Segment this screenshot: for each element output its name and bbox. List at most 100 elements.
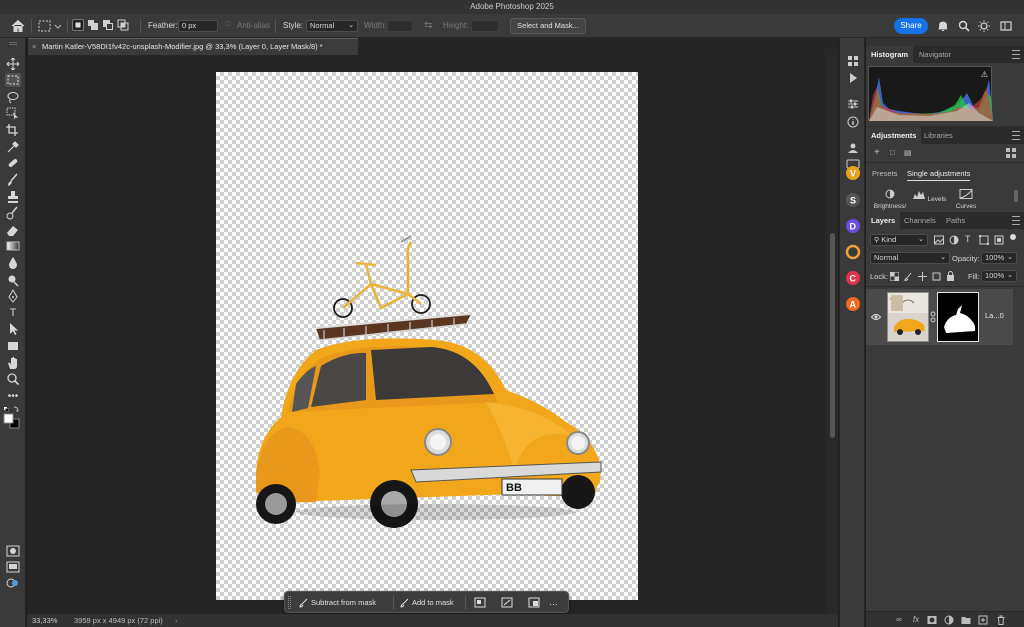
layer-row[interactable]: La...0 bbox=[866, 289, 1013, 345]
lock-pixels-icon[interactable] bbox=[904, 272, 913, 281]
new-layer-icon[interactable] bbox=[978, 615, 988, 625]
anti-alias-checkbox[interactable]: □ bbox=[226, 21, 230, 28]
panel-menu-icon[interactable] bbox=[1012, 216, 1020, 225]
close-icon[interactable]: × bbox=[32, 39, 36, 55]
discover-icon[interactable] bbox=[977, 19, 991, 33]
eraser-tool-icon[interactable] bbox=[5, 223, 21, 237]
history-brush-tool-icon[interactable] bbox=[5, 206, 21, 220]
layers-scroll-track[interactable] bbox=[1013, 289, 1024, 345]
style-select[interactable]: Normal ⌄ bbox=[306, 20, 358, 32]
levels-button[interactable]: Levels bbox=[911, 189, 947, 203]
link-layers-icon[interactable]: ∞ bbox=[894, 615, 904, 625]
rectangular-marquee-tool-icon[interactable] bbox=[5, 73, 21, 87]
swap-icon[interactable]: ⇆ bbox=[424, 19, 436, 33]
object-selection-tool-icon[interactable] bbox=[5, 106, 21, 120]
new-adjustment-layer-icon[interactable] bbox=[944, 615, 954, 625]
share-button[interactable]: Share bbox=[894, 18, 928, 34]
opacity-input[interactable]: 100% ⌄ bbox=[981, 252, 1017, 264]
more-tools-icon[interactable]: ••• bbox=[5, 389, 21, 403]
intersect-selection-icon[interactable] bbox=[117, 19, 129, 31]
panel-menu-icon[interactable] bbox=[1012, 50, 1020, 59]
home-icon[interactable] bbox=[10, 18, 26, 34]
tab-channels[interactable]: Channels bbox=[899, 212, 941, 229]
plugin-v-icon[interactable]: V bbox=[845, 165, 861, 181]
properties-person-icon[interactable] bbox=[845, 141, 861, 155]
add-mask-icon[interactable] bbox=[927, 615, 937, 625]
lasso-tool-icon[interactable] bbox=[5, 90, 21, 104]
edit-toolbar-icon[interactable] bbox=[5, 576, 21, 590]
quick-mask-icon[interactable] bbox=[5, 544, 21, 558]
brightness-contrast-button[interactable]: Brightness/ bbox=[872, 189, 908, 210]
tab-single-adjustments[interactable]: Single adjustments bbox=[907, 169, 971, 181]
plugin-c-icon[interactable]: C bbox=[845, 270, 861, 286]
link-icon[interactable] bbox=[930, 311, 936, 323]
add-to-selection-icon[interactable] bbox=[87, 19, 99, 31]
vertical-scroll-thumb[interactable] bbox=[830, 233, 835, 438]
filter-adjustment-icon[interactable] bbox=[949, 235, 959, 245]
tab-navigator[interactable]: Navigator bbox=[914, 46, 956, 63]
path-selection-tool-icon[interactable] bbox=[5, 322, 21, 336]
tab-libraries[interactable]: Libraries bbox=[919, 127, 958, 144]
grid-view-icon[interactable] bbox=[1006, 148, 1016, 158]
play-actions-icon[interactable] bbox=[845, 71, 861, 85]
tab-layers[interactable]: Layers bbox=[866, 212, 901, 229]
lock-all-icon[interactable] bbox=[946, 271, 955, 281]
workspace-icon[interactable] bbox=[999, 19, 1013, 33]
filter-toggle-icon[interactable] bbox=[1010, 234, 1016, 240]
brush-tool-icon[interactable] bbox=[5, 173, 21, 187]
plugin-s-icon[interactable]: S bbox=[845, 192, 861, 208]
eye-icon[interactable] bbox=[871, 313, 881, 321]
tab-histogram[interactable]: Histogram bbox=[866, 46, 914, 63]
mask-properties-icon[interactable] bbox=[474, 597, 486, 608]
fill-mask-icon[interactable] bbox=[528, 597, 540, 608]
gradient-tool-icon[interactable] bbox=[5, 239, 21, 253]
color-swatches-icon[interactable] bbox=[3, 406, 21, 430]
plugin-d-icon[interactable]: D bbox=[845, 218, 861, 234]
hand-tool-icon[interactable] bbox=[5, 356, 21, 370]
panel-menu-icon[interactable] bbox=[1012, 131, 1020, 140]
search-icon[interactable] bbox=[957, 19, 971, 33]
type-tool-icon[interactable]: T bbox=[5, 306, 21, 320]
vertical-scrollbar[interactable] bbox=[827, 55, 838, 614]
warning-icon[interactable]: ⚠ bbox=[981, 70, 988, 79]
document-canvas[interactable]: BB bbox=[216, 72, 638, 600]
fill-input[interactable]: 100% ⌄ bbox=[981, 270, 1017, 282]
zoom-level[interactable]: 33,33% bbox=[32, 614, 57, 627]
adjustments-scroll-thumb[interactable] bbox=[1014, 190, 1018, 202]
subtract-from-mask-button[interactable]: Subtract from mask bbox=[297, 595, 376, 610]
layer-mask-thumbnail[interactable] bbox=[937, 292, 979, 342]
spot-healing-tool-icon[interactable] bbox=[5, 156, 21, 170]
height-input[interactable] bbox=[471, 20, 499, 32]
add-to-mask-button[interactable]: Add to mask bbox=[398, 595, 454, 610]
tab-paths[interactable]: Paths bbox=[941, 212, 970, 229]
blur-tool-icon[interactable] bbox=[5, 256, 21, 270]
move-tool-icon[interactable] bbox=[5, 57, 21, 71]
bell-icon[interactable] bbox=[936, 19, 950, 33]
layer-thumbnail[interactable] bbox=[887, 292, 929, 342]
clone-stamp-tool-icon[interactable] bbox=[5, 190, 21, 204]
filter-pixel-icon[interactable] bbox=[934, 235, 944, 245]
blend-mode-select[interactable]: Normal ⌄ bbox=[870, 252, 950, 264]
invert-mask-icon[interactable] bbox=[501, 597, 513, 608]
subtract-from-selection-icon[interactable] bbox=[102, 19, 114, 31]
select-and-mask-button[interactable]: Select and Mask... bbox=[510, 18, 586, 34]
filter-smart-object-icon[interactable] bbox=[994, 235, 1004, 245]
lock-artboard-icon[interactable] bbox=[932, 272, 941, 281]
screen-mode-icon[interactable] bbox=[5, 560, 21, 574]
eyedropper-tool-icon[interactable] bbox=[5, 140, 21, 154]
tab-adjustments[interactable]: Adjustments bbox=[866, 127, 922, 144]
filter-shape-icon[interactable] bbox=[979, 235, 989, 245]
swatches-grid-icon[interactable] bbox=[845, 54, 861, 68]
more-options-icon[interactable]: … bbox=[543, 595, 558, 610]
canvas-workspace[interactable]: BB bbox=[27, 55, 838, 614]
info-icon[interactable] bbox=[845, 115, 861, 129]
plugin-a-icon[interactable]: A bbox=[845, 296, 861, 312]
curves-button[interactable]: Curves bbox=[948, 189, 984, 210]
width-input[interactable] bbox=[387, 20, 413, 32]
panel-grip[interactable] bbox=[9, 42, 17, 45]
lock-transparent-icon[interactable] bbox=[890, 272, 899, 281]
feather-input[interactable]: 0 px bbox=[178, 20, 218, 32]
add-preset-icon[interactable]: + bbox=[874, 147, 880, 158]
folder-icon[interactable]: □ bbox=[890, 148, 895, 157]
new-selection-icon[interactable] bbox=[72, 19, 84, 31]
